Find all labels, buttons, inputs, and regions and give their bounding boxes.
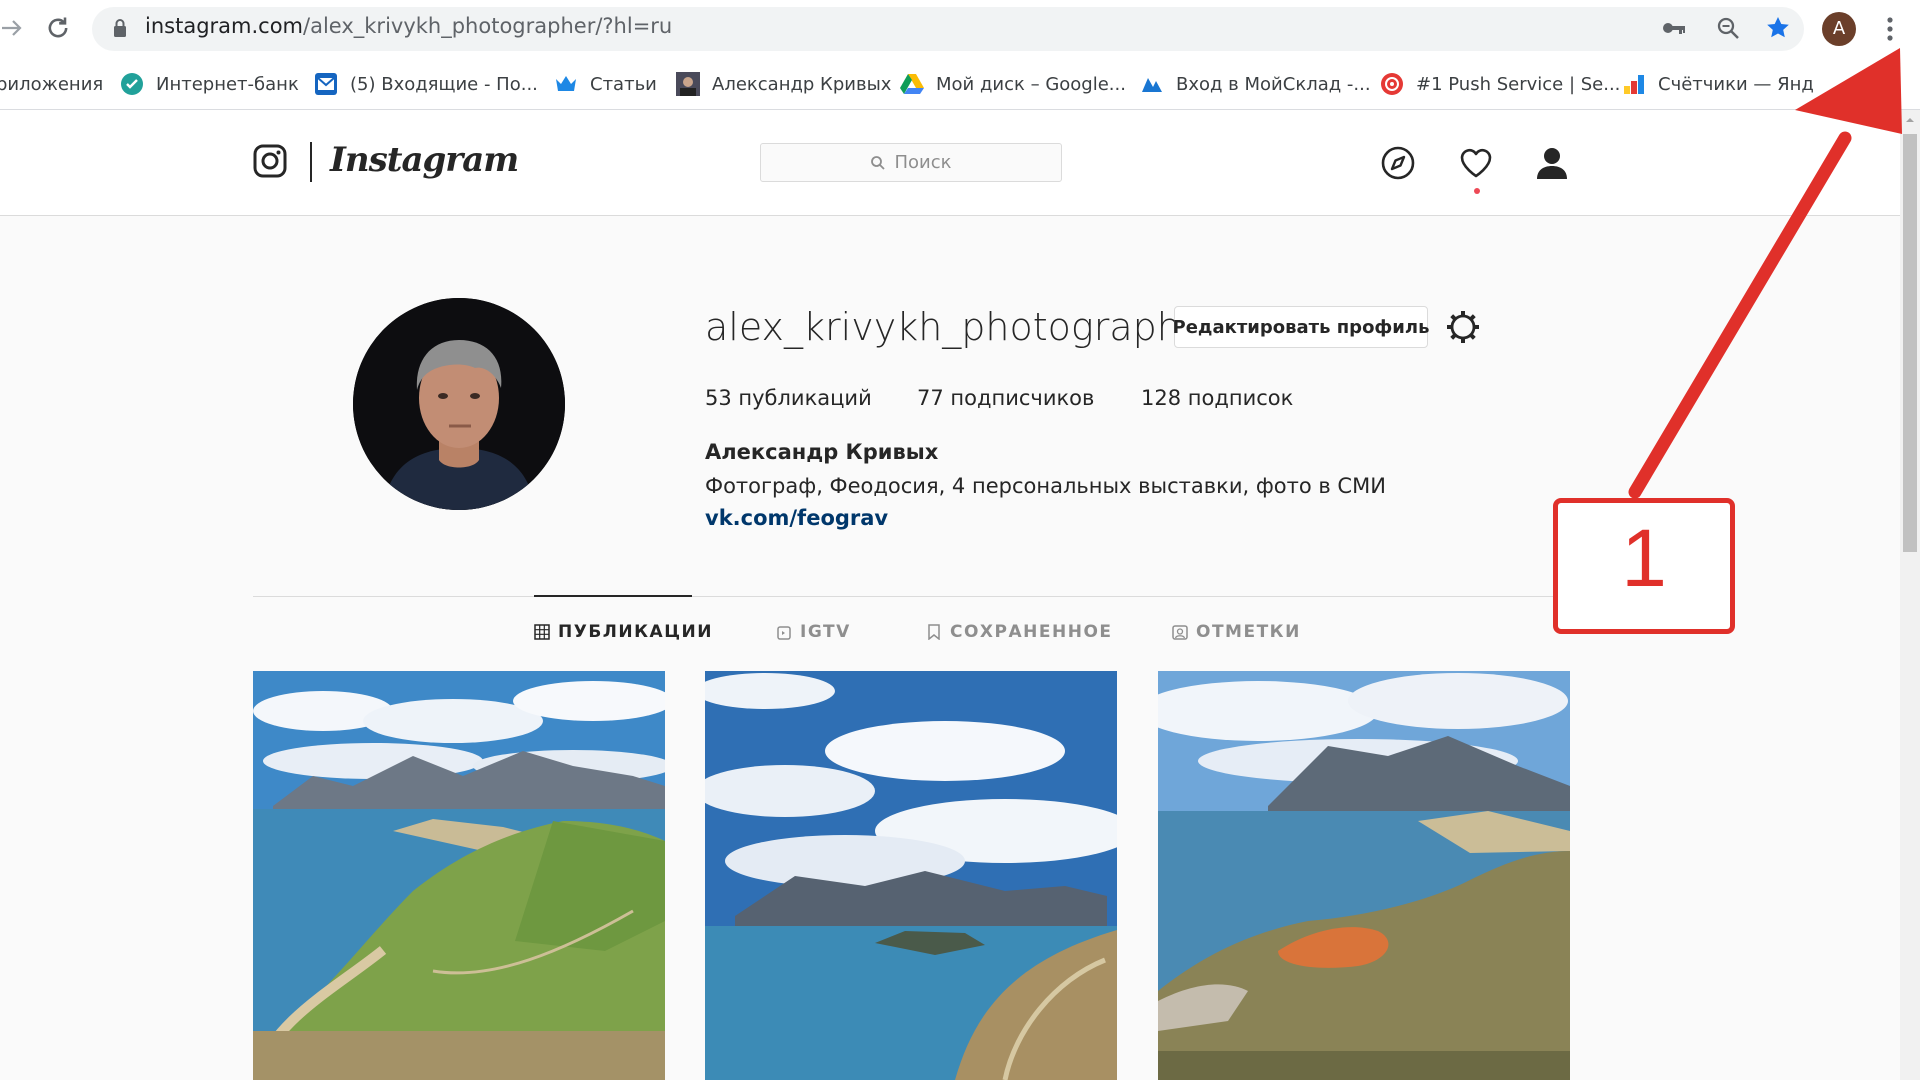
bookmark-label: Счётчики — Янд [1658, 73, 1814, 95]
moysklad-icon [1142, 78, 1162, 92]
followers-count[interactable]: 77 подписчиков [917, 386, 1094, 410]
tab-saved[interactable]: СОХРАНЕННОЕ [926, 622, 1113, 642]
bookmark-label: риложения [0, 73, 104, 95]
push-service-icon [1381, 73, 1403, 95]
tab-label: IGTV [800, 622, 851, 642]
bank-icon [121, 73, 143, 95]
bookmark-label: #1 Push Service | Se... [1416, 73, 1621, 95]
notification-dot [1474, 188, 1480, 194]
grid-icon [534, 624, 550, 640]
google-drive-icon [900, 74, 924, 94]
posts-count: 53 публикаций [705, 386, 872, 410]
profile-bio: Фотограф, Феодосия, 4 персональных выста… [705, 474, 1386, 498]
bookmark-label: (5) Входящие - По... [350, 73, 538, 95]
lock-icon[interactable] [112, 18, 128, 38]
tabs-divider [253, 596, 1569, 597]
logo-divider [310, 142, 312, 182]
search-placeholder: Поиск [894, 152, 952, 173]
tab-label: ПУБЛИКАЦИИ [558, 622, 713, 642]
tab-igtv[interactable]: IGTV [776, 622, 851, 642]
bookmark-star-icon[interactable] [1764, 14, 1792, 42]
bookmark-metrika[interactable]: Счётчики — Янд [1622, 70, 1814, 98]
bookmark-label: Александр Кривых [712, 73, 892, 95]
bookmark-label: Вход в МойСклад -... [1176, 73, 1371, 95]
scrollbar-thumb[interactable] [1903, 134, 1917, 552]
heart-icon[interactable] [1458, 145, 1494, 181]
crown-icon [556, 76, 576, 91]
user-photo-icon [676, 72, 700, 96]
profile-icon[interactable] [1534, 145, 1570, 181]
key-icon[interactable] [1660, 14, 1688, 42]
following-count[interactable]: 128 подписок [1141, 386, 1293, 410]
post-thumbnail[interactable] [253, 671, 665, 1080]
tab-label: СОХРАНЕННОЕ [950, 622, 1113, 642]
bookmark-inbox[interactable]: (5) Входящие - По... [314, 70, 538, 98]
reload-icon[interactable] [44, 14, 72, 42]
tab-posts[interactable]: ПУБЛИКАЦИИ [534, 622, 713, 642]
settings-gear-icon[interactable] [1444, 308, 1482, 346]
bookmark-push-service[interactable]: #1 Push Service | Se... [1380, 70, 1620, 98]
tab-tagged[interactable]: ОТМЕТКИ [1172, 622, 1301, 642]
url-text[interactable]: instagram.com/alex_krivykh_photographer/… [145, 14, 672, 38]
chrome-menu-icon[interactable] [1880, 14, 1900, 44]
forward-arrow-icon[interactable] [0, 16, 24, 40]
igtv-icon [777, 626, 791, 640]
mail-icon [315, 73, 337, 95]
edit-profile-button[interactable]: Редактировать профиль [1173, 306, 1429, 348]
bookmark-icon [928, 624, 940, 640]
post-thumbnail[interactable] [705, 671, 1117, 1080]
annotation-number: 1 [1621, 513, 1667, 604]
profile-avatar[interactable] [353, 298, 565, 510]
bookmark-label: Статьи [590, 73, 657, 95]
explore-compass-icon[interactable] [1380, 145, 1416, 181]
bookmark-alexander[interactable]: Александр Кривых [676, 70, 891, 98]
bookmark-articles[interactable]: Статьи [554, 70, 657, 98]
bookmarks-bar: риложения Интернет-банк (5) Входящие - П… [0, 58, 1920, 110]
instagram-logo-text[interactable]: Instagram [330, 140, 519, 180]
bookmark-label: Мой диск – Google... [936, 73, 1126, 95]
instagram-camera-icon[interactable] [252, 143, 288, 179]
bookmark-apps[interactable]: риложения [0, 70, 103, 98]
bookmark-moysklad[interactable]: Вход в МойСклад -... [1140, 70, 1371, 98]
profile-username: alex_krivykh_photographer [705, 305, 1220, 349]
metrika-icon [1624, 75, 1644, 94]
tagged-icon [1172, 625, 1188, 640]
bookmark-internet-bank[interactable]: Интернет-банк [120, 70, 299, 98]
scroll-up-arrow-icon[interactable] [1904, 114, 1916, 126]
post-thumbnail[interactable] [1158, 671, 1570, 1080]
chrome-profile-avatar[interactable]: A [1822, 12, 1856, 46]
bookmark-google-drive[interactable]: Мой диск – Google... [900, 70, 1126, 98]
tab-label: ОТМЕТКИ [1196, 622, 1301, 642]
landscape-photo [253, 671, 665, 1080]
search-icon [871, 155, 886, 170]
profile-full-name: Александр Кривых [705, 440, 939, 464]
zoom-icon[interactable] [1714, 14, 1742, 42]
landscape-photo [705, 671, 1117, 1080]
search-input[interactable]: Поиск [760, 143, 1062, 182]
bookmark-label: Интернет-банк [156, 73, 299, 95]
active-tab-indicator [534, 595, 692, 597]
profile-website-link[interactable]: vk.com/feograv [705, 506, 888, 530]
landscape-photo [1158, 671, 1570, 1080]
